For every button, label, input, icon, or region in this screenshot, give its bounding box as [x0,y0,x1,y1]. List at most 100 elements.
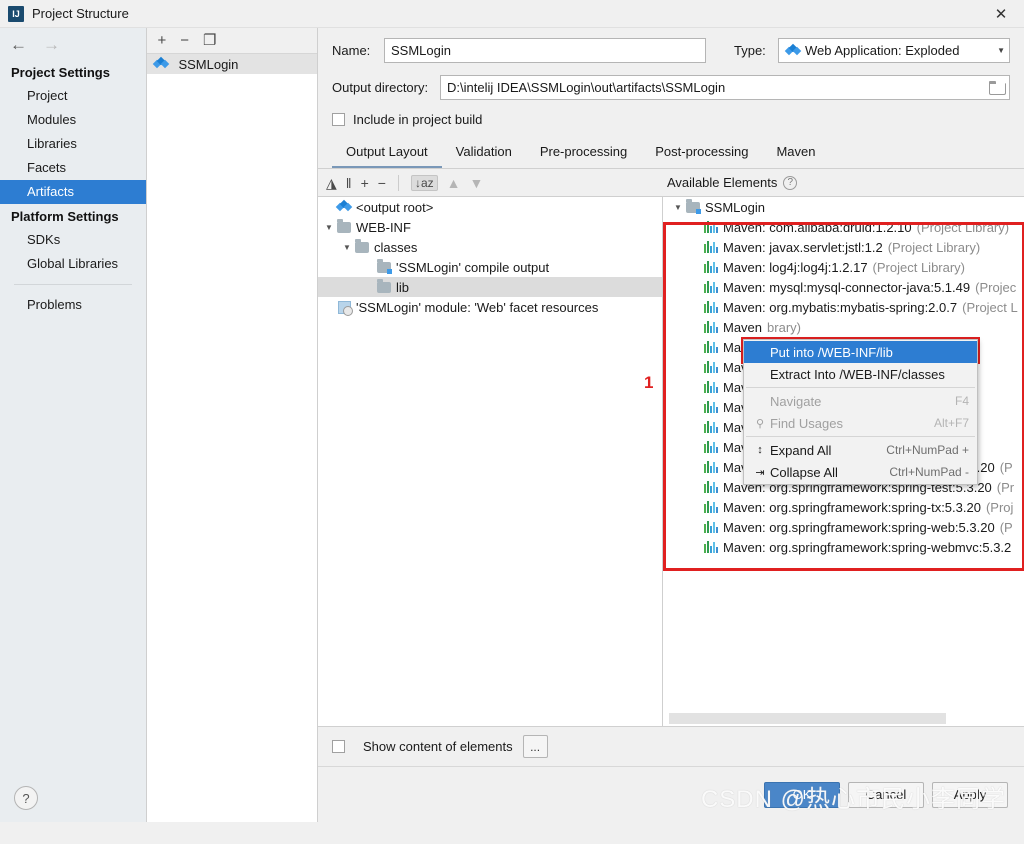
sidebar-item-project[interactable]: Project [0,84,146,108]
add-directory-button[interactable]: ◮ [326,176,337,190]
arrow-left-icon[interactable]: ← [10,36,27,53]
menu-item-extract-into-web-inf-classes[interactable]: Extract Into /WEB-INF/classes [744,363,977,385]
tab-maven[interactable]: Maven [762,139,829,168]
include-in-build-checkbox[interactable] [332,113,345,126]
available-element-row[interactable]: Maven: mysql:mysql-connector-java:5.1.49… [663,277,1024,297]
tree-row[interactable]: lib [318,277,662,297]
output-directory-label: Output directory: [332,80,429,95]
arrow-right-icon[interactable]: → [43,36,60,53]
add-artifact-button[interactable]: + [157,33,166,48]
module-icon [685,198,701,214]
remove-element-button[interactable]: − [378,176,386,190]
available-element-scope: (Proj [985,499,1014,515]
library-icon [703,341,719,353]
library-icon [703,461,719,473]
remove-artifact-button[interactable]: − [180,33,189,48]
help-circle-icon[interactable]: ? [783,175,798,190]
tree-row-label: lib [396,279,410,295]
move-down-button[interactable]: ▼ [470,176,484,190]
tree-row[interactable]: ▼ classes [318,237,662,257]
available-element-scope: (Project L [962,299,1018,315]
tab-pre-processing[interactable]: Pre-processing [526,139,641,168]
artifact-item-ssmlogin[interactable]: SSMLogin [147,54,317,74]
library-icon [703,501,719,513]
intellij-idea-icon: IJ [8,5,24,22]
help-button[interactable]: ? [14,786,38,810]
available-root-row[interactable]: ▼ SSMLogin [663,197,1024,217]
apply-button[interactable]: Apply [932,781,1008,808]
chevron-down-icon[interactable]: ▼ [340,243,354,252]
available-element-row[interactable]: Maven: javax.servlet:jstl:1.2 (Project Li… [663,237,1024,257]
menu-item-put-into-web-inf-lib[interactable]: Put into /WEB-INF/lib [744,341,977,363]
folder-icon[interactable] [989,81,1006,95]
sidebar-item-problems[interactable]: Problems [0,293,146,317]
menu-item-navigate[interactable]: Navigate F4 [744,390,977,412]
move-up-button[interactable]: ▲ [447,176,461,190]
available-element-scope: (Project Library) [916,219,1010,235]
menu-item-label: Collapse All [770,464,838,480]
search-icon: ⚲ [755,417,765,430]
sidebar-item-facets[interactable]: Facets [0,156,146,180]
chevron-down-icon[interactable]: ▼ [671,203,685,212]
tree-row-label: classes [374,239,418,255]
tree-row[interactable]: 'SSMLogin' compile output [318,257,662,277]
show-content-checkbox[interactable] [332,740,345,753]
sidebar-group-platform-settings: Platform Settings [11,209,119,224]
menu-item-collapse-all[interactable]: ⇥ Collapse All Ctrl+NumPad - [744,461,977,483]
horizontal-scrollbar[interactable] [669,713,1020,724]
more-options-button[interactable]: ... [522,735,548,758]
available-element-row[interactable]: Maven: log4j:log4j:1.2.17 (Project Librar… [663,257,1024,277]
bottom-options: Show content of elements ... [318,726,1024,766]
available-element-row[interactable]: Maven: org.springframework:spring-tx:5.3… [663,497,1024,517]
library-icon [703,381,719,393]
cancel-button[interactable]: Cancel [848,781,924,808]
close-icon[interactable]: ✕ [978,0,1024,28]
output-directory-value: D:\intelij IDEA\SSMLogin\out\artifacts\S… [447,80,726,95]
library-icon [703,481,719,493]
available-element-row[interactable]: Maven: org.mybatis:mybatis-spring:2.0.7(… [663,297,1024,317]
menu-item-find-usages[interactable]: ⚲ Find Usages Alt+F7 [744,412,977,434]
tree-row-label: WEB-INF [356,219,411,235]
output-directory-field[interactable]: D:\intelij IDEA\SSMLogin\out\artifacts\S… [440,75,1010,100]
scrollbar-thumb[interactable] [669,713,946,724]
library-icon [703,321,719,333]
context-menu: Put into /WEB-INF/lib Extract Into /WEB-… [743,339,978,485]
sidebar-item-global-libraries[interactable]: Global Libraries [0,252,146,276]
panes-toolbar: ◮ ‖ + − ↓az ▲ ▼ Available Elements ? [318,169,1024,196]
collapse-all-icon: ⇥ [755,466,765,479]
type-dropdown-value: Web Application: Exploded [805,43,960,58]
show-content-label: Show content of elements [363,739,513,754]
dialog-footer: OK Cancel Apply CSDN @热心市民小李同学 [318,766,1024,822]
menu-item-expand-all[interactable]: ↕ Expand All Ctrl+NumPad + [744,439,977,461]
sidebar-item-artifacts[interactable]: Artifacts [0,180,147,204]
tree-row[interactable]: 'SSMLogin' module: 'Web' facet resources [318,297,662,317]
tree-row[interactable]: ▼ WEB-INF [318,217,662,237]
sidebar-item-sdks[interactable]: SDKs [0,228,146,252]
panes: <output root> ▼ WEB-INF ▼ classes 'SSMLo… [318,196,1024,726]
tree-row-label: 'SSMLogin' compile output [396,259,550,275]
chevron-down-icon[interactable]: ▼ [322,223,336,232]
tab-output-layout[interactable]: Output Layout [332,139,442,168]
copy-artifact-button[interactable]: ❐ [203,33,216,48]
available-element-row[interactable]: Maven: com.alibaba:druid:1.2.10 (Project … [663,217,1024,237]
folder-icon [376,278,392,293]
add-archive-button[interactable]: ‖ [346,176,352,190]
available-element-label: Maven: mysql:mysql-connector-java:5.1.49 [723,279,971,295]
sidebar: ← → Project Settings Project Modules Lib… [0,28,148,822]
chevron-down-icon: ▼ [997,46,1005,55]
available-element-row[interactable]: Maven: org.springframework:spring-web:5.… [663,517,1024,537]
sidebar-item-libraries[interactable]: Libraries [0,132,146,156]
tab-validation[interactable]: Validation [442,139,526,168]
type-dropdown[interactable]: Web Application: Exploded ▼ [778,38,1010,63]
title-bar: IJ Project Structure ✕ [0,0,1024,28]
library-icon [703,521,719,533]
add-copy-button[interactable]: + [361,176,369,190]
sort-button[interactable]: ↓az [410,174,438,191]
available-element-row[interactable]: Maven brary) [663,317,1024,337]
available-element-row[interactable]: Maven: org.springframework:spring-webmvc… [663,537,1024,557]
sidebar-item-modules[interactable]: Modules [0,108,146,132]
tab-post-processing[interactable]: Post-processing [641,139,762,168]
tree-row[interactable]: <output root> [318,197,662,217]
ok-button[interactable]: OK [764,781,840,808]
name-input[interactable] [384,38,706,63]
